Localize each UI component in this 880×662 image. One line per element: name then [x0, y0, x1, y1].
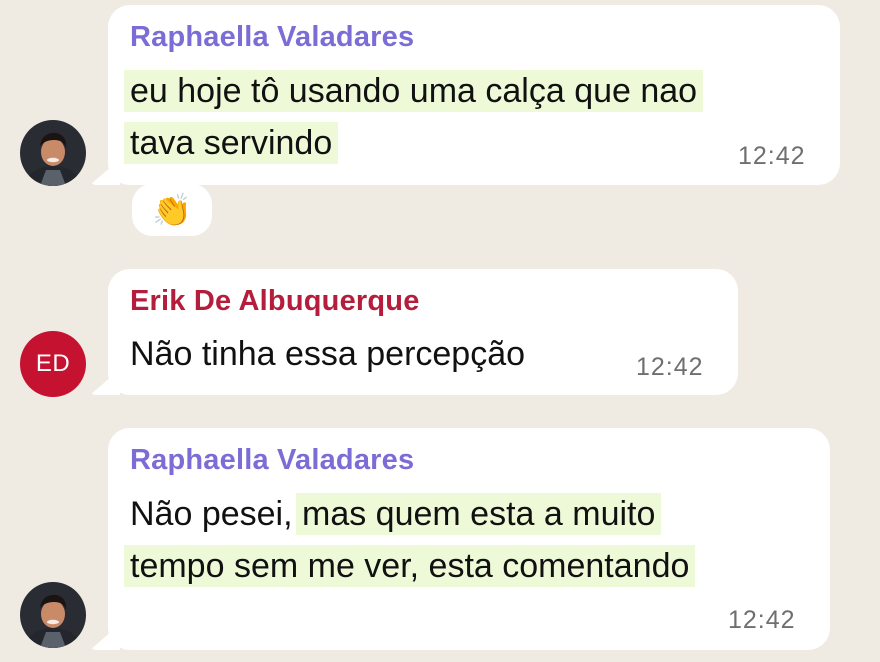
message-line: tempo sem me ver, esta comentando — [124, 542, 696, 590]
message-text: Não tinha essa percepção — [130, 335, 526, 373]
avatar[interactable] — [20, 120, 86, 186]
highlighted-text: tempo sem me ver, esta comentando — [124, 545, 696, 587]
message-bubble[interactable]: Raphaella Valadares eu hoje tô usando um… — [108, 5, 840, 185]
sender-name[interactable]: Erik De Albuquerque — [130, 285, 420, 318]
avatar[interactable]: ED — [20, 331, 86, 397]
message-line: Não pesei, mas quem esta a muito — [130, 490, 662, 538]
highlighted-text: mas quem esta a muito — [296, 493, 662, 535]
sender-name[interactable]: Raphaella Valadares — [130, 21, 414, 54]
message-time: 12:42 — [728, 606, 796, 634]
message-text: Não pesei, — [130, 495, 302, 533]
message-line: tava servindo — [124, 119, 339, 167]
profile-photo-icon — [20, 582, 86, 648]
profile-photo-icon — [20, 120, 86, 186]
message-time: 12:42 — [636, 353, 704, 381]
avatar[interactable] — [20, 582, 86, 648]
highlighted-text: tava servindo — [124, 122, 339, 164]
clapping-hands-icon: 👏 — [152, 192, 192, 228]
message-time: 12:42 — [738, 142, 806, 170]
message-bubble[interactable]: Raphaella Valadares Não pesei, mas quem … — [108, 428, 830, 650]
message-line: eu hoje tô usando uma calça que nao — [124, 67, 704, 115]
reaction-badge[interactable]: 👏 — [132, 184, 212, 236]
highlighted-text: eu hoje tô usando uma calça que nao — [124, 70, 704, 112]
sender-name[interactable]: Raphaella Valadares — [130, 444, 414, 477]
message-bubble[interactable]: Erik De Albuquerque Não tinha essa perce… — [108, 269, 738, 395]
